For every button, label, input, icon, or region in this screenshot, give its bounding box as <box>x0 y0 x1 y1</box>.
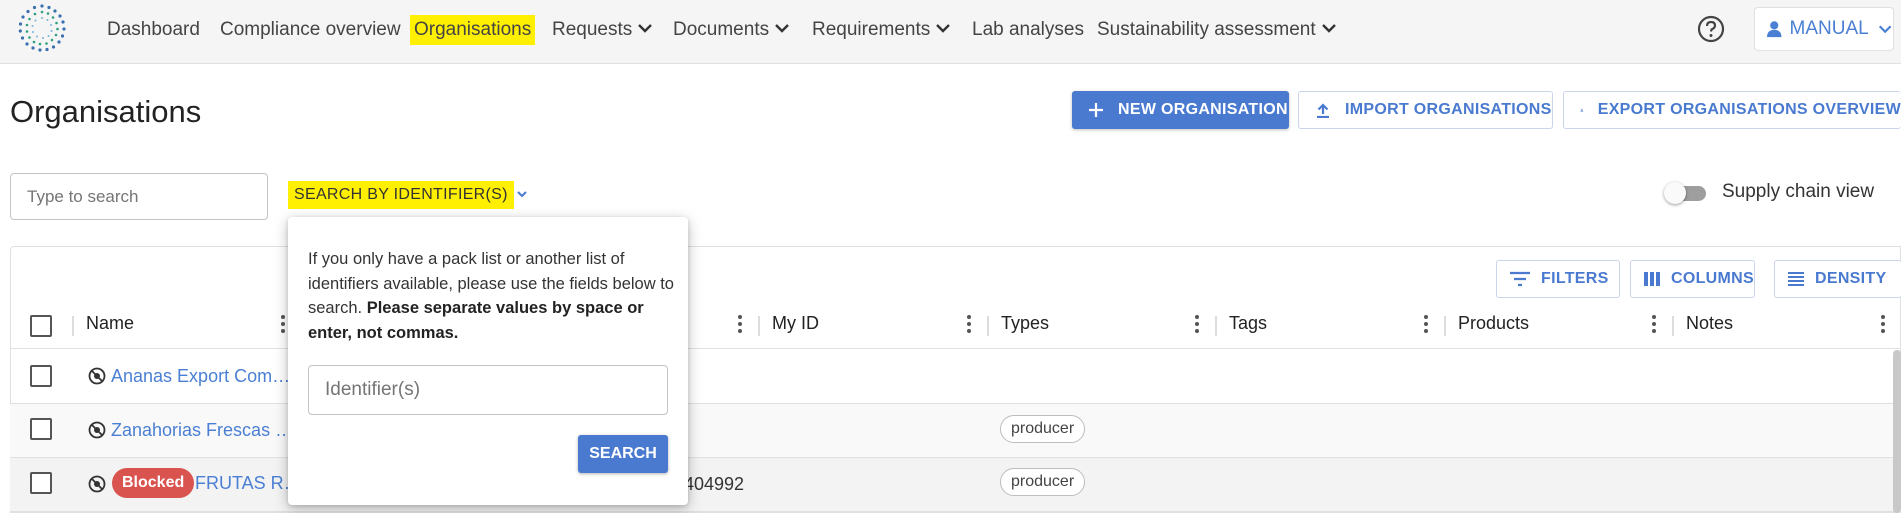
chevron-down-icon[interactable] <box>514 186 530 202</box>
column-header-types[interactable]: Types <box>1001 313 1049 334</box>
chevron-down-icon <box>1321 24 1336 34</box>
column-separator <box>1215 316 1217 336</box>
export-organisations-label: EXPORT ORGANISATIONS OVERVIEW <box>1597 101 1901 118</box>
column-header-notes[interactable]: Notes <box>1686 313 1733 334</box>
chevron-down-icon <box>638 24 653 34</box>
nav-lab-analyses-label: Lab analyses <box>972 19 1084 40</box>
supply-chain-toggle[interactable] <box>1664 181 1708 205</box>
nav-dashboard[interactable]: Dashboard <box>107 15 200 45</box>
nav-dashboard-label: Dashboard <box>107 19 200 40</box>
column-separator <box>72 316 74 336</box>
nav-requirements[interactable]: Requirements <box>812 15 952 45</box>
not-verified-icon <box>88 367 106 385</box>
popover-instructions: If you only have a pack list or another … <box>308 247 676 345</box>
toggle-knob <box>1664 182 1686 204</box>
filters-label: FILTERS <box>1541 270 1609 287</box>
column-menu-icon[interactable] <box>1194 314 1200 334</box>
nav-documents[interactable]: Documents <box>673 15 791 45</box>
not-verified-icon <box>88 421 106 439</box>
chevron-down-icon <box>936 24 951 34</box>
type-chip: producer <box>1000 415 1086 443</box>
new-organisation-label: NEW ORGANISATION <box>1118 101 1288 118</box>
columns-label: COLUMNS <box>1671 270 1754 287</box>
identifier-input[interactable] <box>308 365 668 415</box>
column-header-name[interactable]: Name <box>86 313 134 334</box>
new-organisation-button[interactable]: NEW ORGANISATION <box>1072 91 1289 129</box>
nav-sustainability-assessment-label: Sustainability assessment <box>1097 19 1316 40</box>
chevron-down-icon <box>1878 25 1892 34</box>
upload-icon <box>1317 103 1329 118</box>
nav-compliance-overview-label: Compliance overview <box>220 19 401 40</box>
plus-icon <box>1089 103 1103 117</box>
nav-compliance-overview[interactable]: Compliance overview <box>220 15 401 45</box>
import-organisations-label: IMPORT ORGANISATIONS <box>1345 101 1552 118</box>
column-header-my-id[interactable]: My ID <box>772 313 819 334</box>
column-menu-icon[interactable] <box>1423 314 1429 334</box>
density-label: DENSITY <box>1815 270 1887 287</box>
column-separator <box>987 316 989 336</box>
column-header-products[interactable]: Products <box>1458 313 1529 334</box>
person-icon <box>1767 21 1782 38</box>
organisation-link[interactable]: Ananas Export Com… <box>111 366 290 387</box>
nav-requests-label: Requests <box>552 19 633 40</box>
filters-button[interactable]: FILTERS <box>1496 260 1620 298</box>
column-separator <box>1444 316 1446 336</box>
nav-lab-analyses[interactable]: Lab analyses <box>972 15 1084 45</box>
chevron-down-icon <box>775 24 789 34</box>
search-by-identifier-button[interactable]: SEARCH BY IDENTIFIER(S) <box>288 181 514 209</box>
identifier-search-button[interactable]: SEARCH <box>578 435 668 473</box>
logo[interactable] <box>16 2 68 54</box>
density-button[interactable]: DENSITY <box>1774 260 1901 298</box>
nav-sustainability-assessment[interactable]: Sustainability assessment <box>1097 15 1338 45</box>
column-menu-icon[interactable] <box>1651 314 1657 334</box>
user-menu-label: MANUAL <box>1789 18 1869 39</box>
organisation-link[interactable]: FRUTAS R… <box>195 473 302 494</box>
density-icon <box>1788 272 1804 286</box>
columns-button[interactable]: COLUMNS <box>1630 260 1755 298</box>
not-verified-icon <box>88 475 106 493</box>
row-checkbox[interactable] <box>30 365 52 387</box>
nav-documents-label: Documents <box>673 19 770 40</box>
download-icon <box>1580 108 1584 112</box>
column-header-tags[interactable]: Tags <box>1229 313 1267 334</box>
nav-organisations-label: Organisations <box>414 19 532 40</box>
blocked-badge: Blocked <box>112 468 195 498</box>
help-icon[interactable] <box>1696 14 1726 44</box>
nav-requests[interactable]: Requests <box>552 15 654 45</box>
column-menu-icon[interactable] <box>737 314 743 334</box>
column-separator <box>758 316 760 336</box>
column-separator <box>1672 316 1674 336</box>
top-navigation: Dashboard Compliance overview Organisati… <box>0 0 1901 64</box>
scrollbar[interactable] <box>1893 350 1901 513</box>
columns-icon <box>1644 272 1660 286</box>
identifier-search-popover: If you only have a pack list or another … <box>288 217 688 505</box>
row-checkbox[interactable] <box>30 418 52 440</box>
type-chip: producer <box>1000 468 1086 496</box>
row-checkbox[interactable] <box>30 472 52 494</box>
supply-chain-label: Supply chain view <box>1722 181 1875 202</box>
page-title: Organisations <box>10 94 202 129</box>
filter-icon <box>1510 271 1530 287</box>
export-organisations-button[interactable]: EXPORT ORGANISATIONS OVERVIEW <box>1563 91 1901 129</box>
column-menu-icon[interactable] <box>280 314 286 334</box>
import-organisations-button[interactable]: IMPORT ORGANISATIONS <box>1298 91 1553 129</box>
select-all-checkbox[interactable] <box>30 315 52 337</box>
column-menu-icon[interactable] <box>966 314 972 334</box>
search-input[interactable] <box>10 173 268 220</box>
user-menu-button[interactable]: MANUAL <box>1754 7 1894 51</box>
organisation-link[interactable]: Zanahorias Frescas … <box>111 420 293 441</box>
identifier-cell: 404992 <box>684 474 745 494</box>
nav-organisations[interactable]: Organisations <box>410 15 536 45</box>
nav-requirements-label: Requirements <box>812 19 931 40</box>
column-menu-icon[interactable] <box>1880 314 1886 334</box>
